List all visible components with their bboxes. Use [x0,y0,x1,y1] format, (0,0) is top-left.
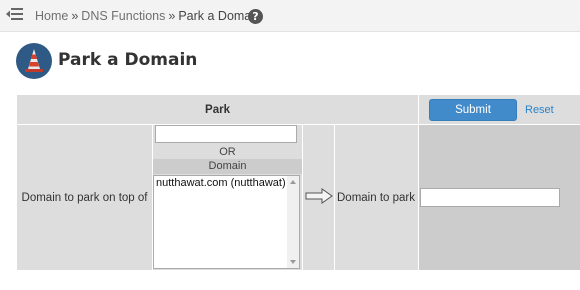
breadcrumb-separator: » [168,9,176,23]
breadcrumb: Home» DNS Functions» Park a Domain [35,8,261,24]
breadcrumb-separator: » [71,9,79,23]
park-header-label: Park [16,94,419,125]
domain-to-park-cell [418,124,580,271]
domain-select-list[interactable]: nutthawat.com (nutthawat) [153,175,300,269]
breadcrumb-dns-functions-link[interactable]: DNS Functions [81,9,165,23]
domain-on-top-label: Domain to park on top of [16,124,153,271]
domain-list-label: Domain [153,159,302,174]
domain-option[interactable]: nutthawat.com (nutthawat) [154,176,299,190]
breadcrumb-bar: Home» DNS Functions» Park a Domain ? [0,0,580,32]
form-actions: Submit Reset [418,94,580,125]
arrow-cell [302,124,335,271]
right-arrow-icon [305,188,333,207]
menu-toggle-icon[interactable] [6,6,24,22]
form-header-row: Park Submit Reset [16,94,580,125]
scroll-up-arrow-icon[interactable] [290,180,296,184]
park-domain-form: Park Submit Reset Domain to park on top o… [16,94,580,271]
list-scrollbar[interactable] [287,176,299,268]
reset-link[interactable]: Reset [525,104,554,116]
form-body-row: Domain to park on top of OR Domain nutth… [16,124,580,271]
domain-to-park-input[interactable] [420,188,560,207]
scroll-down-arrow-icon[interactable] [290,260,296,264]
or-label: OR [153,145,302,159]
traffic-cone-icon [16,43,52,79]
breadcrumb-home-link[interactable]: Home [35,9,68,23]
custom-domain-input[interactable] [155,125,297,143]
domain-to-park-label: Domain to park [334,124,419,271]
submit-button[interactable]: Submit [429,98,517,121]
help-icon[interactable]: ? [248,9,263,24]
page-title: Park a Domain [58,50,198,70]
domain-source-cell: OR Domain nutthawat.com (nutthawat) [152,124,303,271]
